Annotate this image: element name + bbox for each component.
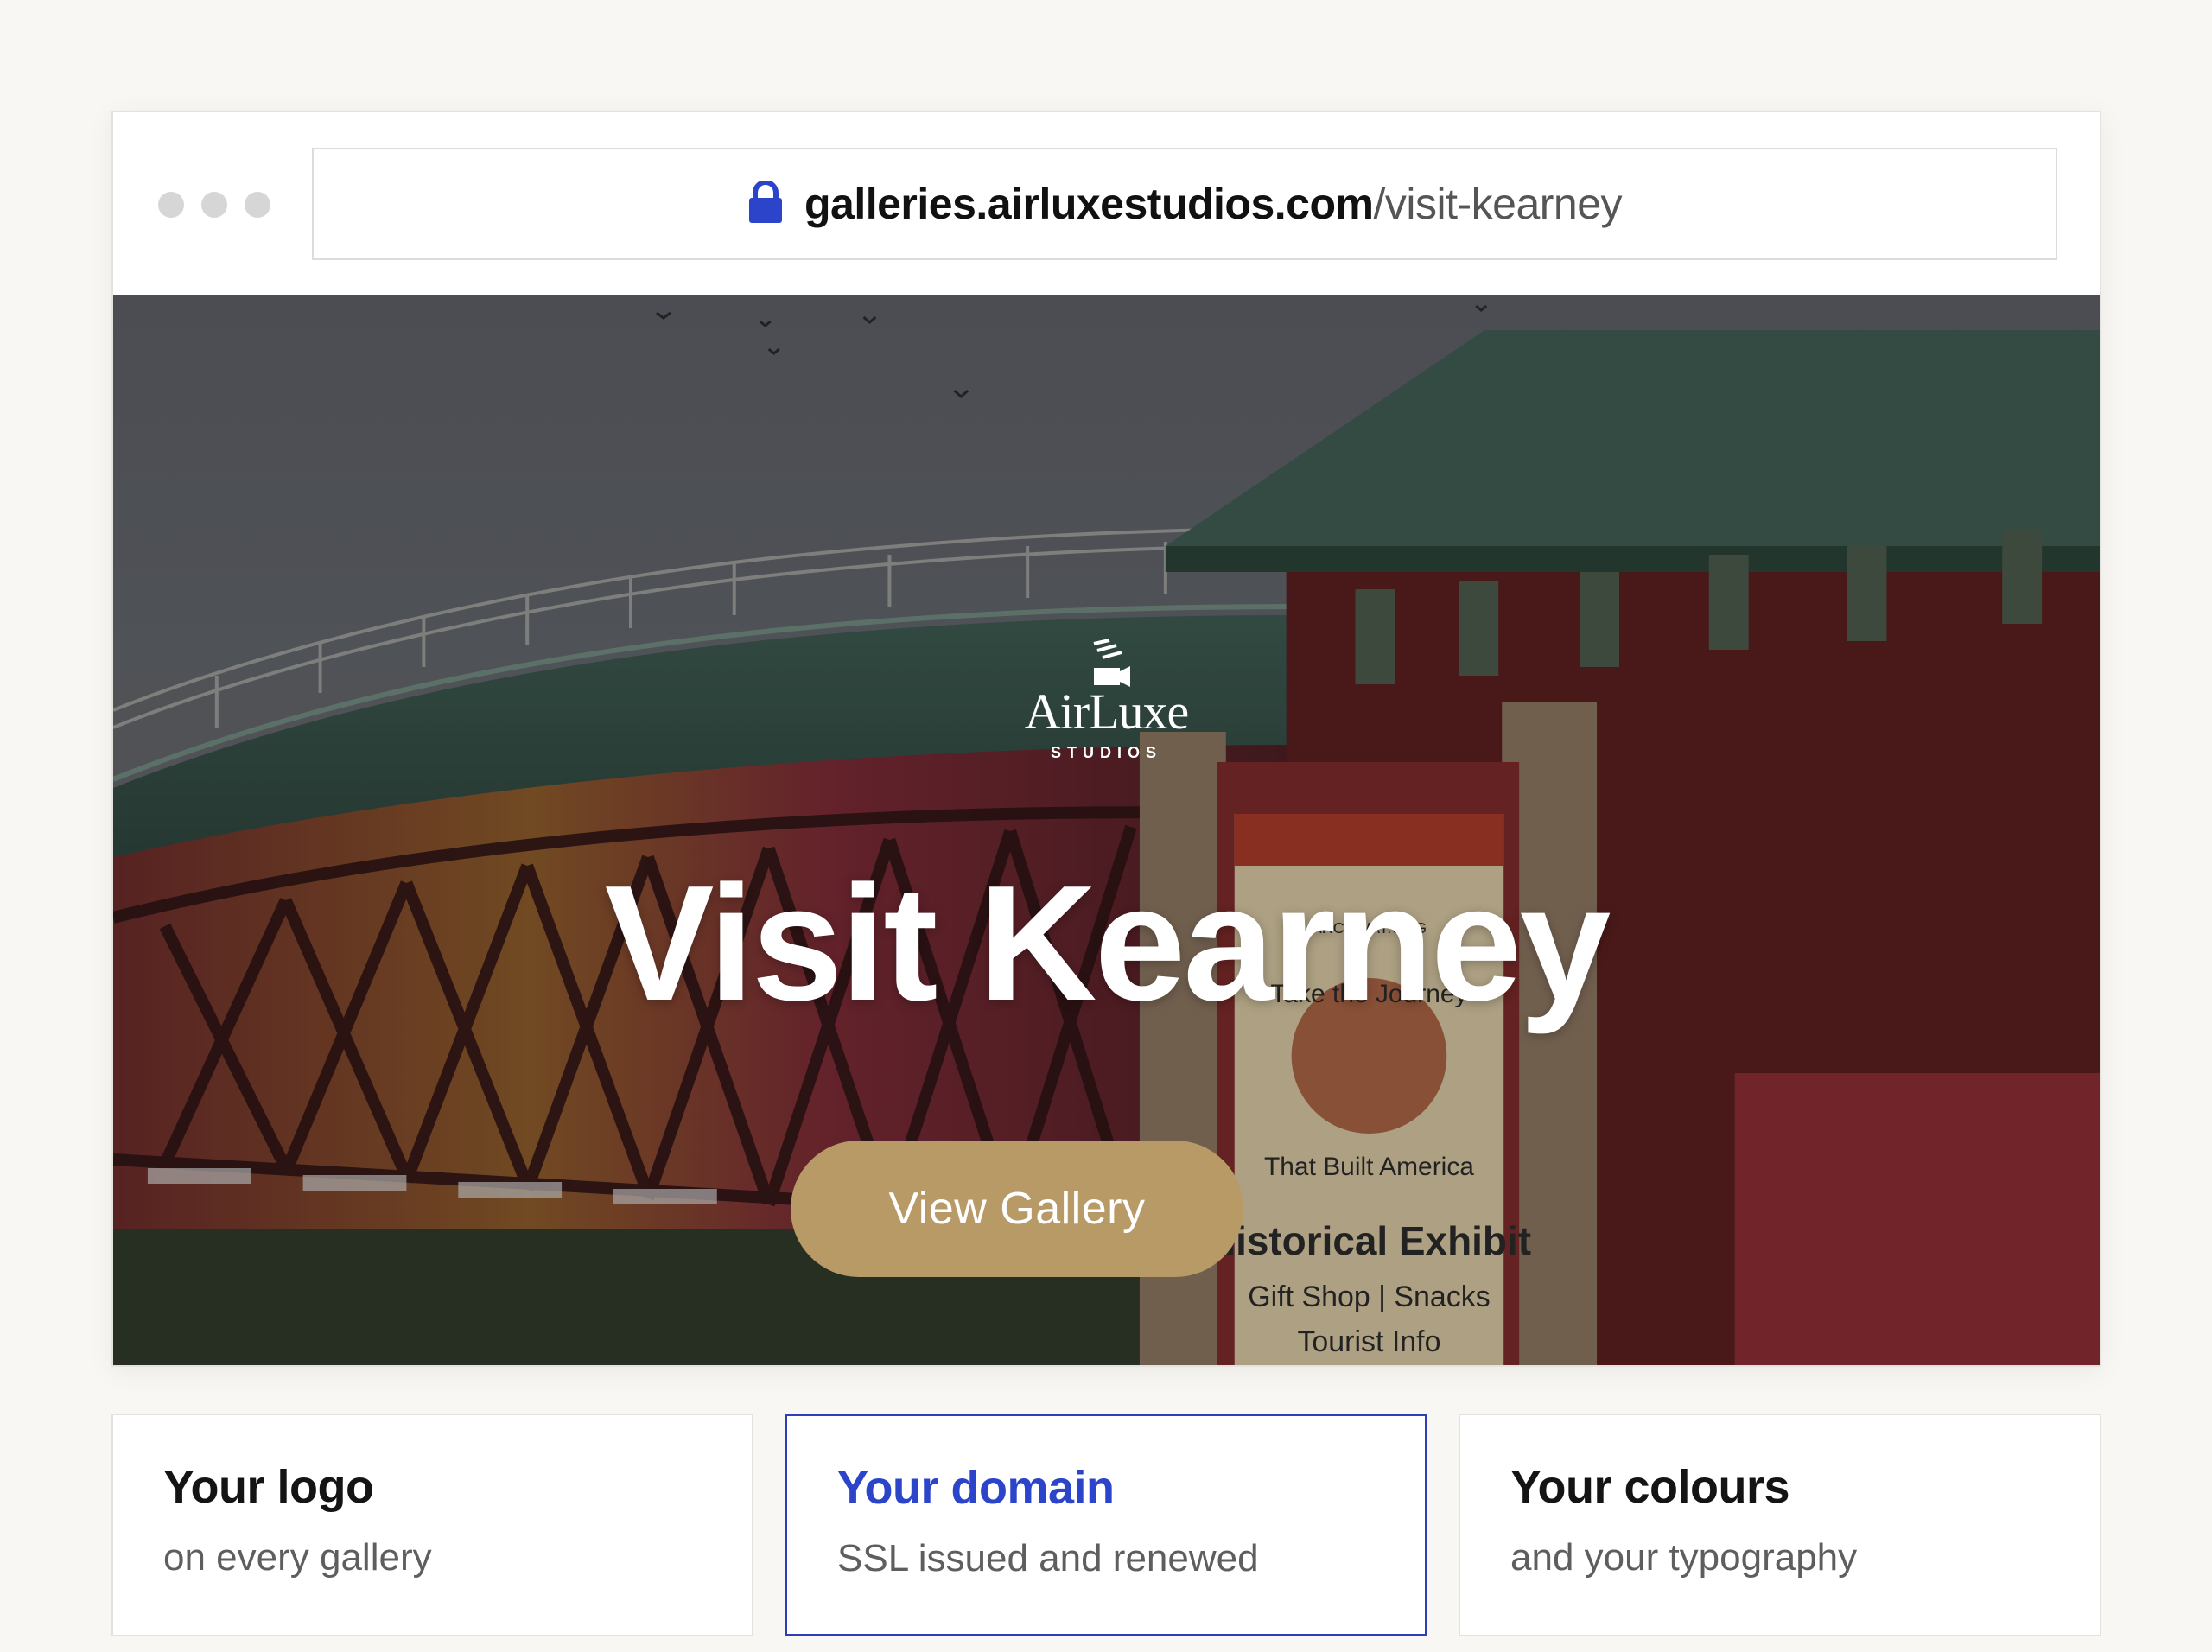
view-gallery-button[interactable]: View Gallery — [791, 1141, 1243, 1277]
browser-toolbar: galleries.airluxestudios.com/visit-kearn… — [113, 112, 2100, 295]
drone-camera-icon — [1093, 639, 1130, 687]
feature-card-domain[interactable]: Your domain SSL issued and renewed — [785, 1414, 1427, 1636]
brand-logo: AirLuxe STUDIOS — [113, 637, 2100, 762]
url-text: galleries.airluxestudios.com/visit-kearn… — [804, 179, 1623, 229]
feature-card-colours[interactable]: Your colours and your typography — [1459, 1414, 2101, 1636]
hero-title: Visit Kearney — [604, 852, 1611, 1035]
brand-subtitle: STUDIOS — [1050, 744, 1162, 761]
lock-icon — [748, 181, 782, 223]
url-path: /visit-kearney — [1373, 180, 1623, 228]
address-bar[interactable]: galleries.airluxestudios.com/visit-kearn… — [312, 148, 2057, 260]
url-host: galleries.airluxestudios.com — [804, 180, 1374, 228]
feature-card-logo[interactable]: Your logo on every gallery — [111, 1414, 753, 1636]
brand-name: AirLuxe — [1024, 683, 1190, 740]
feature-title: Your colours — [1510, 1461, 1790, 1513]
feature-subtitle: on every gallery — [163, 1536, 432, 1579]
window-controls — [158, 192, 270, 218]
browser-window: galleries.airluxestudios.com/visit-kearn… — [111, 111, 2101, 1367]
window-dot-minimize[interactable] — [201, 192, 227, 218]
feature-subtitle: and your typography — [1510, 1536, 1858, 1579]
feature-subtitle: SSL issued and renewed — [837, 1537, 1259, 1579]
feature-title: Your logo — [163, 1461, 374, 1513]
window-dot-close[interactable] — [158, 192, 184, 218]
feature-title: Your domain — [837, 1462, 1115, 1514]
hero-banner: ARCHWAY.ORG Take the Journey That Built … — [113, 295, 2100, 1365]
window-dot-maximize[interactable] — [245, 192, 270, 218]
